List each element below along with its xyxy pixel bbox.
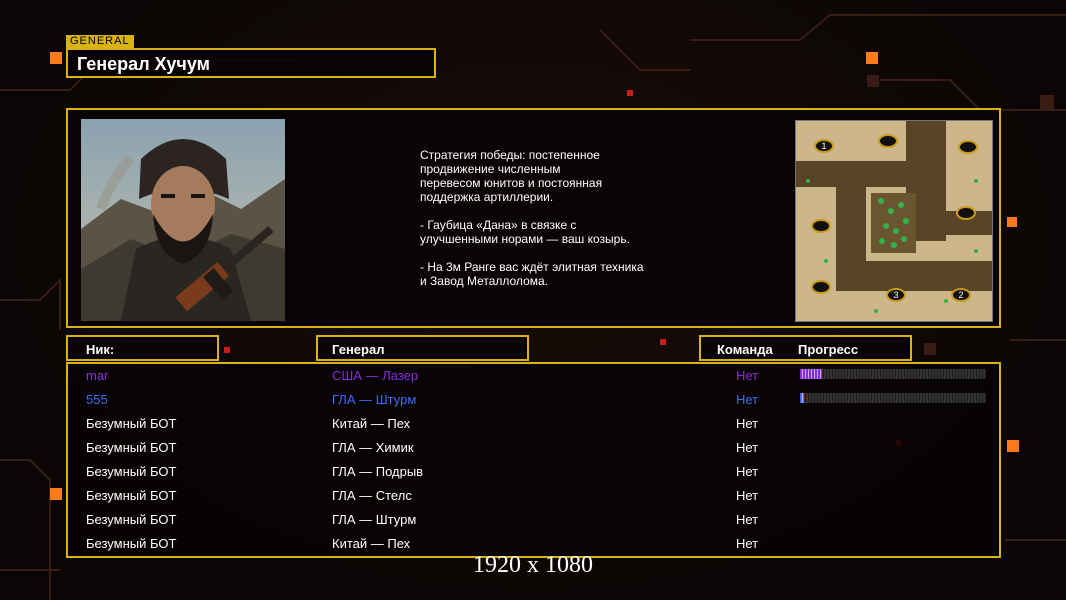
minimap-start-3: 3 bbox=[893, 290, 898, 300]
player-team[interactable]: Нет bbox=[736, 488, 758, 503]
player-row[interactable]: Безумный БОТ ГЛА — Подрыв Нет bbox=[68, 460, 999, 484]
header-team-progress: Команда Прогресс bbox=[699, 335, 912, 361]
progress-bar bbox=[800, 369, 986, 379]
player-nick: Безумный БОТ bbox=[86, 464, 177, 479]
player-row[interactable]: Безумный БОТ ГЛА — Штурм Нет bbox=[68, 508, 999, 532]
player-nick: Безумный БОТ bbox=[86, 536, 177, 551]
player-team[interactable]: Нет bbox=[736, 512, 758, 527]
header-nick-label: Ник: bbox=[86, 342, 115, 357]
section-tag: GENERAL bbox=[66, 35, 134, 48]
player-team[interactable]: Нет bbox=[736, 440, 758, 455]
header-general-label: Генерал bbox=[332, 342, 385, 357]
header-progress-label: Прогресс bbox=[798, 342, 859, 357]
general-portrait bbox=[81, 119, 285, 321]
player-row[interactable]: 555 ГЛА — Штурм Нет bbox=[68, 388, 999, 412]
briefing-panel: Стратегия победы: постепенное продвижени… bbox=[66, 108, 1001, 328]
player-nick: Безумный БОТ bbox=[86, 416, 177, 431]
player-nick: Безумный БОТ bbox=[86, 440, 177, 455]
player-nick: Безумный БОТ bbox=[86, 488, 177, 503]
player-nick: Безумный БОТ bbox=[86, 512, 177, 527]
player-team[interactable]: Нет bbox=[736, 464, 758, 479]
player-row[interactable]: Безумный БОТ ГЛА — Стелс Нет bbox=[68, 484, 999, 508]
player-general[interactable]: США — Лазер bbox=[332, 368, 418, 383]
player-team[interactable]: Нет bbox=[736, 368, 758, 383]
general-title-panel: Генерал Хучум bbox=[66, 48, 436, 78]
progress-bar bbox=[800, 393, 986, 403]
player-general[interactable]: ГЛА — Химик bbox=[332, 440, 414, 455]
minimap[interactable]: 1 2 3 bbox=[795, 120, 993, 322]
player-row[interactable]: mar США — Лазер Нет bbox=[68, 364, 999, 388]
player-general[interactable]: ГЛА — Штурм bbox=[332, 512, 416, 527]
header-general: Генерал bbox=[316, 335, 529, 361]
player-team[interactable]: Нет bbox=[736, 536, 758, 551]
player-list: mar США — Лазер Нет 555 ГЛА — Штурм Нет … bbox=[66, 362, 1001, 558]
player-general[interactable]: ГЛА — Подрыв bbox=[332, 464, 423, 479]
player-row[interactable]: Безумный БОТ ГЛА — Химик Нет bbox=[68, 436, 999, 460]
player-general[interactable]: ГЛА — Стелс bbox=[332, 488, 412, 503]
player-nick: 555 bbox=[86, 392, 108, 407]
player-general[interactable]: Китай — Пех bbox=[332, 416, 410, 431]
player-team[interactable]: Нет bbox=[736, 416, 758, 431]
player-row[interactable]: Безумный БОТ Китай — Пех Нет bbox=[68, 412, 999, 436]
resolution-caption: 1920 x 1080 bbox=[473, 552, 593, 578]
player-general[interactable]: ГЛА — Штурм bbox=[332, 392, 416, 407]
header-nick: Ник: bbox=[66, 335, 219, 361]
minimap-start-1: 1 bbox=[821, 141, 826, 151]
player-team[interactable]: Нет bbox=[736, 392, 758, 407]
player-nick: mar bbox=[86, 368, 109, 383]
general-name: Генерал Хучум bbox=[77, 54, 210, 74]
player-general[interactable]: Китай — Пех bbox=[332, 536, 410, 551]
minimap-start-2: 2 bbox=[958, 290, 963, 300]
header-team-label: Команда bbox=[717, 342, 773, 357]
strategy-description: Стратегия победы: постепенное продвижени… bbox=[420, 148, 644, 288]
